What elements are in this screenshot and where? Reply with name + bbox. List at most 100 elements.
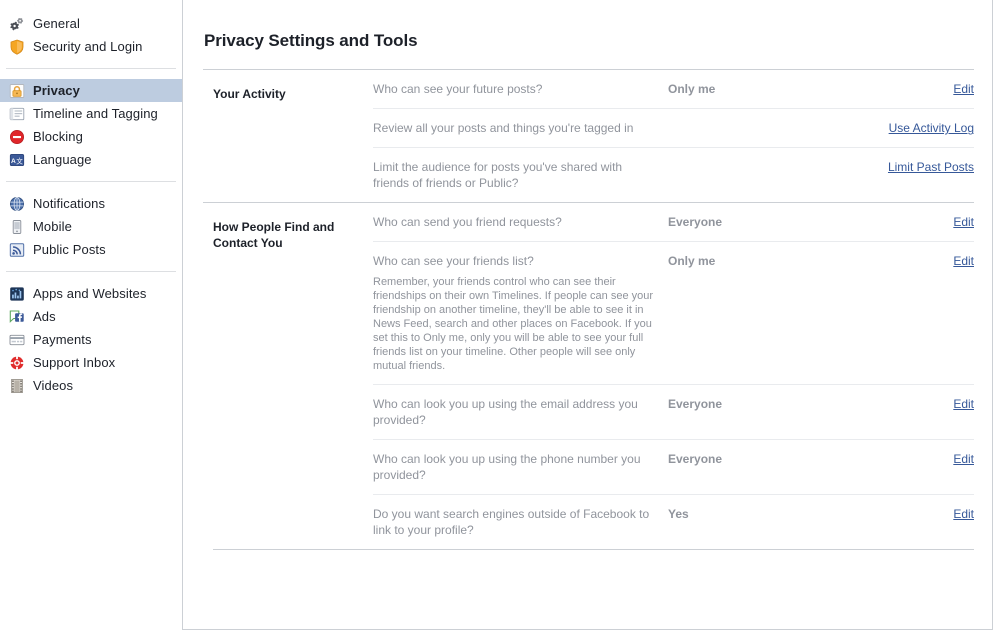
setting-action-limit-past-posts[interactable]: Limit Past Posts [804, 159, 974, 175]
sidebar-item-label: Timeline and Tagging [33, 105, 158, 121]
sidebar-item-videos[interactable]: Videos [0, 374, 182, 397]
setting-question: Limit the audience for posts you've shar… [373, 159, 668, 191]
rss-icon [9, 242, 25, 258]
sidebar-item-support-inbox[interactable]: Support Inbox [0, 351, 182, 374]
setting-value: Everyone [668, 397, 723, 412]
sidebar-item-mobile[interactable]: Mobile [0, 215, 182, 238]
settings-content: Privacy Settings and Tools Your Activity… [182, 0, 993, 630]
sidebar-item-blocking[interactable]: Blocking [0, 125, 182, 148]
setting-row: Who can look you up using the email addr… [373, 384, 974, 439]
settings-section: How People Find and Contact You Who can s… [203, 202, 974, 549]
setting-action-edit[interactable]: Edit [804, 451, 974, 467]
sidebar-item-label: Privacy [33, 82, 80, 98]
setting-question: Who can look you up using the phone numb… [373, 451, 668, 483]
sidebar-item-general[interactable]: General [0, 12, 182, 35]
setting-question: Who can see your future posts? [373, 81, 668, 97]
setting-question-text: Review all your posts and things you're … [373, 121, 634, 136]
setting-value: Only me [668, 82, 716, 97]
setting-question: Who can look you up using the email addr… [373, 396, 668, 428]
sidebar-item-public-posts[interactable]: Public Posts [0, 238, 182, 261]
lifering-icon [9, 355, 25, 371]
sidebar-item-label: Videos [33, 377, 74, 393]
globe-icon [9, 196, 25, 212]
sidebar-item-label: Apps and Websites [33, 285, 147, 301]
sidebar-item-notifications[interactable]: Notifications [0, 192, 182, 215]
section-title: Your Activity [213, 87, 286, 102]
sidebar-divider [6, 68, 176, 69]
block-icon [9, 129, 25, 145]
sidebar-item-ads[interactable]: Ads [0, 305, 182, 328]
apps-icon [9, 286, 25, 302]
setting-action-edit[interactable]: Edit [804, 396, 974, 412]
section-inner: How People Find and Contact You Who can s… [203, 203, 974, 549]
sidebar-divider [6, 271, 176, 272]
section-rows: Who can see your future posts? Only me Edi… [373, 70, 974, 202]
section-bottom-rule [213, 549, 974, 551]
sidebar-item-label: Security and Login [33, 38, 143, 54]
sidebar-group: General Security and Login [0, 12, 182, 58]
setting-action-edit[interactable]: Edit [804, 253, 974, 269]
settings-section: Your Activity Who can see your future pos… [203, 69, 974, 202]
sidebar-item-apps-and-websites[interactable]: Apps and Websites [0, 282, 182, 305]
sidebar-group: Apps and Websites Ads Payments Support Inbo… [0, 282, 182, 397]
settings-sections: Your Activity Who can see your future pos… [203, 69, 974, 551]
ads-icon [9, 309, 25, 325]
language-icon: A文 [9, 152, 25, 168]
sidebar-group: Notifications Mobile Public Posts [0, 192, 182, 261]
setting-row: Who can look you up using the phone numb… [373, 439, 974, 494]
setting-action-edit[interactable]: Edit [804, 81, 974, 97]
setting-action-use-activity-log[interactable]: Use Activity Log [804, 120, 974, 136]
sidebar-item-label: Blocking [33, 128, 83, 144]
sidebar-item-label: Language [33, 151, 92, 167]
gears-icon [9, 16, 25, 32]
setting-question-text: Who can see your friends list? [373, 254, 534, 269]
sidebar-item-privacy[interactable]: Privacy [0, 79, 182, 102]
setting-question-text: Do you want search engines outside of Fa… [373, 507, 650, 538]
setting-action-edit[interactable]: Edit [804, 214, 974, 230]
timeline-icon [9, 106, 25, 122]
mobile-icon [9, 219, 25, 235]
settings-page: General Security and Login Privacy Timeline… [0, 0, 993, 630]
film-icon [9, 378, 25, 394]
sidebar-item-label: Mobile [33, 218, 72, 234]
shield-icon [9, 39, 25, 55]
section-inner: Your Activity Who can see your future pos… [203, 70, 974, 202]
sidebar-item-payments[interactable]: Payments [0, 328, 182, 351]
section-title: How People Find and Contact You [213, 220, 335, 251]
setting-row: Review all your posts and things you're … [373, 108, 974, 147]
setting-description: Remember, your friends control who can s… [373, 276, 654, 373]
setting-row: Who can see your future posts? Only me Edi… [373, 70, 974, 108]
setting-question: Who can see your friends list? Remember, … [373, 253, 668, 373]
setting-row: Who can see your friends list? Remember, … [373, 241, 974, 384]
setting-value: Everyone [668, 215, 723, 230]
settings-sidebar: General Security and Login Privacy Timeline… [0, 0, 183, 630]
setting-question-text: Who can look you up using the phone numb… [373, 452, 641, 483]
section-rows: Who can send you friend requests? Everyon… [373, 203, 974, 549]
sidebar-item-security-and-login[interactable]: Security and Login [0, 35, 182, 58]
sidebar-item-language[interactable]: A 文 Language [0, 148, 182, 171]
sidebar-divider [6, 181, 176, 182]
setting-value: Yes [668, 507, 689, 522]
setting-question-text: Who can send you friend requests? [373, 215, 562, 230]
setting-question-text: Who can see your future posts? [373, 82, 543, 97]
setting-row: Do you want search engines outside of Fa… [373, 494, 974, 549]
setting-question-text: Who can look you up using the email addr… [373, 397, 638, 428]
setting-row: Limit the audience for posts you've shar… [373, 147, 974, 202]
setting-value: Only me [668, 254, 716, 269]
svg-text:文: 文 [16, 156, 23, 165]
sidebar-item-label: Payments [33, 331, 92, 347]
sidebar-item-timeline-and-tagging[interactable]: Timeline and Tagging [0, 102, 182, 125]
setting-row: Who can send you friend requests? Everyon… [373, 203, 974, 241]
card-icon [9, 332, 25, 348]
sidebar-item-label: Public Posts [33, 241, 106, 257]
setting-question-text: Limit the audience for posts you've shar… [373, 160, 623, 191]
setting-action-edit[interactable]: Edit [804, 506, 974, 522]
page-title: Privacy Settings and Tools [204, 31, 418, 51]
sidebar-item-label: Ads [33, 308, 56, 324]
sidebar-item-label: Support Inbox [33, 354, 116, 370]
sidebar-item-label: General [33, 15, 80, 31]
setting-value: Everyone [668, 452, 723, 467]
setting-question: Who can send you friend requests? [373, 214, 668, 230]
sidebar-item-label: Notifications [33, 195, 106, 211]
setting-question: Do you want search engines outside of Fa… [373, 506, 668, 538]
